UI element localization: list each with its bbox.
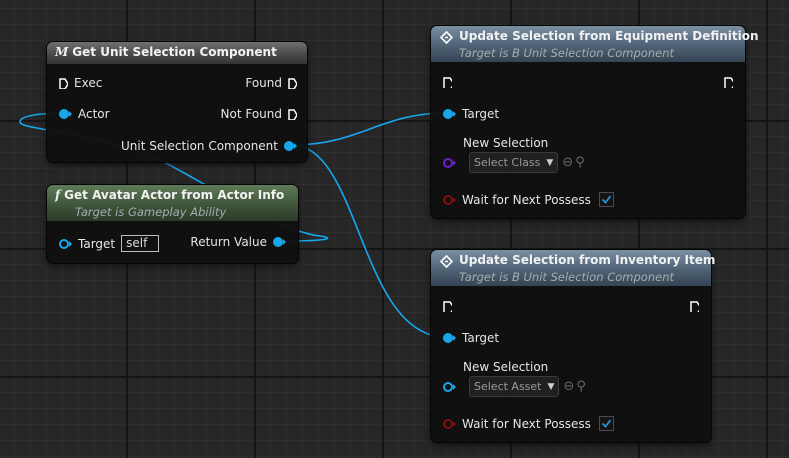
node-subtitle: Target is Gameplay Ability xyxy=(75,205,227,219)
node-header[interactable]: Update Selection from Inventory Item Tar… xyxy=(431,250,715,286)
node-title: Get Unit Selection Component xyxy=(72,45,277,59)
node-header[interactable]: f Get Avatar Actor from Actor Info Target… xyxy=(47,185,298,221)
exec-pin-icon[interactable] xyxy=(59,77,68,89)
exec-pin-icon[interactable] xyxy=(443,301,452,312)
macro-icon: M xyxy=(55,45,69,59)
node-title: Update Selection from Inventory Item xyxy=(459,253,716,267)
object-pin-icon[interactable] xyxy=(59,238,69,249)
pin-arrow-icon xyxy=(453,159,456,166)
object-pin-icon[interactable] xyxy=(273,237,283,247)
pin-arrow-icon xyxy=(294,143,297,149)
use-selected-icon[interactable]: ⊖ xyxy=(563,379,574,394)
pin-label-wait: Wait for Next Possess xyxy=(462,192,591,207)
pin-label-return-value: Return Value xyxy=(190,235,267,249)
pin-label-new-selection: New Selection xyxy=(463,136,549,150)
node-get-unit-selection-component[interactable]: M Get Unit Selection Component Exec Found… xyxy=(47,42,307,162)
event-node-icon xyxy=(440,31,453,44)
chevron-down-icon: ▼ xyxy=(546,157,554,168)
pin-label-new-selection: New Selection xyxy=(463,360,549,374)
node-get-avatar-actor[interactable]: f Get Avatar Actor from Actor Info Target… xyxy=(47,185,298,263)
pin-label-unit-selection: Unit Selection Component xyxy=(120,139,278,153)
pin-label-not-found: Not Found xyxy=(220,107,282,121)
new-selection-label-row: New Selection xyxy=(463,360,548,374)
target-self-field[interactable]: self xyxy=(121,235,160,252)
exec-pin-icon[interactable] xyxy=(288,108,297,120)
exec-output-found[interactable]: Found xyxy=(245,76,297,90)
new-selection-label-row: New Selection xyxy=(463,136,548,150)
exec-output-not-found[interactable]: Not Found xyxy=(221,107,297,121)
checkmark-icon xyxy=(601,195,612,204)
bool-pin-icon[interactable] xyxy=(443,194,453,205)
exec-input-pin[interactable]: Exec xyxy=(59,76,102,90)
node-header[interactable]: Update Selection from Equipment Definiti… xyxy=(431,26,759,62)
use-selected-icon[interactable]: ⊖ xyxy=(562,155,573,170)
wait-checkbox[interactable] xyxy=(598,192,614,207)
exec-input-pin[interactable] xyxy=(443,77,452,88)
object-pin-icon[interactable] xyxy=(443,333,453,343)
select-class-dropdown[interactable]: Select Class ▼ xyxy=(469,152,559,173)
node-update-selection-from-equipment[interactable]: Update Selection from Equipment Definiti… xyxy=(431,26,759,218)
exec-pin-icon[interactable] xyxy=(288,77,297,89)
class-pin-icon[interactable] xyxy=(443,157,453,168)
select-asset-dropdown[interactable]: Select Asset ▼ xyxy=(469,376,560,397)
unit-selection-output-pin[interactable]: Unit Selection Component xyxy=(121,139,297,153)
pin-label-target: Target xyxy=(462,107,500,121)
pin-label-wait: Wait for Next Possess xyxy=(462,416,591,431)
object-pin-icon[interactable] xyxy=(443,381,453,392)
exec-output-pin[interactable] xyxy=(724,77,733,88)
object-pin-icon[interactable] xyxy=(284,141,294,151)
pin-label-actor: Actor xyxy=(78,107,110,121)
wire-unit-selection-to-inventory-target[interactable] xyxy=(291,144,447,338)
pin-arrow-icon xyxy=(453,111,456,117)
pin-arrow-icon xyxy=(453,335,456,341)
node-header[interactable]: M Get Unit Selection Component xyxy=(47,42,307,64)
pin-label-target: Target xyxy=(462,331,500,345)
node-title: Get Avatar Actor from Actor Info xyxy=(64,188,285,202)
blueprint-graph-canvas[interactable]: M Get Unit Selection Component Exec Found… xyxy=(0,0,789,458)
checkmark-icon xyxy=(601,419,612,428)
exec-output-pin[interactable] xyxy=(690,301,699,312)
object-pin-icon[interactable] xyxy=(443,109,453,119)
return-value-output-pin[interactable]: Return Value xyxy=(190,235,286,249)
exec-pin-icon[interactable] xyxy=(724,77,733,88)
wait-checkbox[interactable] xyxy=(598,416,614,431)
browse-icon[interactable]: ⚲ xyxy=(575,155,585,170)
target-input-pin[interactable]: Target xyxy=(443,331,499,345)
function-icon: f xyxy=(55,188,61,202)
dropdown-value: Select Class xyxy=(474,156,541,169)
exec-pin-icon[interactable] xyxy=(443,77,452,88)
pin-arrow-icon xyxy=(453,420,456,427)
pin-label-exec: Exec xyxy=(74,76,103,90)
pin-label-target: Target xyxy=(78,236,116,251)
pin-arrow-icon xyxy=(69,240,72,247)
node-subtitle: Target is B Unit Selection Component xyxy=(459,270,675,284)
exec-input-pin[interactable] xyxy=(443,301,452,312)
pin-label-found: Found xyxy=(245,76,282,90)
node-subtitle: Target is B Unit Selection Component xyxy=(459,46,675,60)
node-update-selection-from-inventory[interactable]: Update Selection from Inventory Item Tar… xyxy=(431,250,715,442)
pin-arrow-icon xyxy=(69,111,72,117)
node-title: Update Selection from Equipment Definiti… xyxy=(459,29,759,43)
wire-unit-selection-to-equipment-target[interactable] xyxy=(291,112,447,146)
pin-arrow-icon xyxy=(283,239,286,245)
pin-arrow-icon xyxy=(453,383,456,390)
target-input-pin[interactable]: Target xyxy=(443,107,499,121)
object-pin-icon[interactable] xyxy=(59,109,69,119)
wait-for-next-possess-pin[interactable]: Wait for Next Possess xyxy=(443,192,614,207)
exec-pin-icon[interactable] xyxy=(690,301,699,312)
new-selection-input-pin[interactable]: Select Class ▼ ⊖ ⚲ xyxy=(443,152,585,173)
browse-icon[interactable]: ⚲ xyxy=(576,379,586,394)
new-selection-input-pin[interactable]: Select Asset ▼ ⊖ ⚲ xyxy=(443,376,586,397)
wait-for-next-possess-pin[interactable]: Wait for Next Possess xyxy=(443,416,614,431)
event-node-icon xyxy=(440,255,453,268)
pin-arrow-icon xyxy=(453,196,456,203)
chevron-down-icon: ▼ xyxy=(547,381,555,392)
dropdown-value: Select Asset xyxy=(474,380,542,393)
target-input-pin[interactable]: Target self xyxy=(59,235,160,252)
bool-pin-icon[interactable] xyxy=(443,418,453,429)
actor-input-pin[interactable]: Actor xyxy=(59,107,110,121)
